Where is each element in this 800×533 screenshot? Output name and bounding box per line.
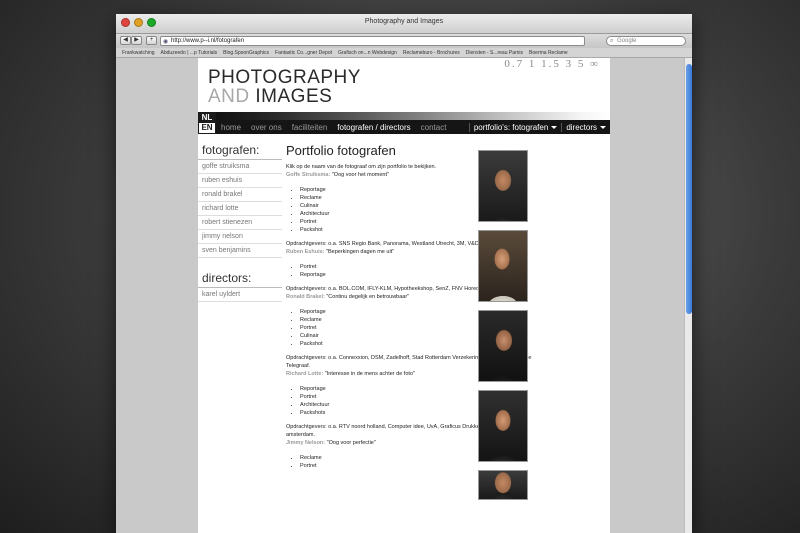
bookmark-item[interactable]: Boerma Reclame (529, 50, 568, 56)
sidebar-item-director[interactable]: karel uyldert (198, 288, 282, 302)
search-icon: ⌕ (610, 38, 614, 44)
photographer-quote: "Oog voor het moment" (330, 172, 389, 178)
browser-toolbar: ◀ ▶ + ◉ http://www.p--i.nl/fotografen ⌕ … (116, 34, 692, 48)
chevron-down-icon (600, 125, 606, 129)
back-button[interactable]: ◀ (120, 36, 131, 45)
page-viewport: PHOTOGRAPHY AND IMAGES 0.7 1 1.5 3 5 ∞ N… (116, 58, 684, 533)
web-page: PHOTOGRAPHY AND IMAGES 0.7 1 1.5 3 5 ∞ N… (198, 58, 610, 533)
search-placeholder: Google (617, 38, 637, 44)
vertical-scrollbar[interactable] (684, 58, 692, 533)
sidebar-item-photographer[interactable]: sven benjamins (198, 244, 282, 258)
photographer-photos (478, 150, 530, 508)
sidebar-item-photographer[interactable]: ronald brakel (198, 188, 282, 202)
sidebar-item-photographer[interactable]: goffe struiksma (198, 160, 282, 174)
lang-nl-button[interactable]: NL (198, 113, 216, 123)
window-title: Photography and Images (364, 18, 444, 25)
nav-faciliteiten[interactable]: faciliteiten (287, 123, 333, 132)
sidebar-item-photographer[interactable]: jimmy nelson (198, 230, 282, 244)
sidebar-item-photographer[interactable]: robert stienezen (198, 216, 282, 230)
photographer-quote: "Beperkingen dagen me uit" (324, 249, 395, 255)
nav-home[interactable]: home (216, 123, 246, 132)
photographer-name-link[interactable]: Goffe Struiksma: (286, 172, 330, 178)
nav-dropdowns: portfolio's: fotografen directors (468, 122, 610, 132)
gradient-strip (216, 112, 610, 120)
sidebar-item-photographer[interactable]: ruben eshuis (198, 174, 282, 188)
photographer-portrait[interactable] (478, 470, 528, 500)
browser-window: Photography and Images ◀ ▶ + ◉ http://ww… (116, 14, 692, 533)
sidebar-heading-fotografen: fotografen: (198, 140, 282, 160)
address-text: http://www.p--i.nl/fotografen (171, 38, 245, 44)
directors-dropdown-label: directors (566, 122, 597, 132)
logo-line-2: AND IMAGES (208, 86, 333, 107)
directors-dropdown[interactable]: directors (561, 122, 610, 132)
nav-over-ons[interactable]: over ons (246, 123, 287, 132)
nav-contact[interactable]: contact (416, 123, 452, 132)
bookmarks-bar: Frankwatching Abduzeedo | ...p Tutorials… (116, 48, 692, 58)
photographer-name-link[interactable]: Ruben Eshuis: (286, 249, 325, 255)
photographer-quote: "Oog voor perfectie" (325, 440, 376, 446)
bookmark-item[interactable]: Grafisch on...n Webdesign (338, 50, 397, 56)
bookmark-item[interactable]: Reclameburo - Brochures (403, 50, 460, 56)
address-bar[interactable]: ◉ http://www.p--i.nl/fotografen (160, 36, 585, 46)
bookmark-item[interactable]: Frankwatching (122, 50, 155, 56)
bookmark-item[interactable]: Fantastic Co...gner Depot (275, 50, 332, 56)
globe-icon: ◉ (163, 39, 169, 45)
add-bookmark-button[interactable]: + (146, 36, 157, 45)
photographer-quote: "Continu degelijk en betrouwbaar" (324, 294, 410, 300)
sidebar-heading-directors: directors: (198, 268, 282, 288)
search-field[interactable]: ⌕ Google (606, 36, 686, 46)
main-nav: home over ons faciliteiten fotografen / … (216, 120, 610, 134)
photographer-portrait[interactable] (478, 230, 528, 302)
site-logo[interactable]: PHOTOGRAPHY AND IMAGES (208, 68, 361, 106)
chevron-down-icon (551, 125, 558, 129)
title-bar: Photography and Images (116, 14, 692, 34)
logo-line-1: PHOTOGRAPHY (208, 67, 361, 88)
sidebar-item-photographer[interactable]: richard lotte (198, 202, 282, 216)
photographer-name-link[interactable]: Richard Lotte: (286, 371, 323, 377)
photographer-name-link[interactable]: Ronald Brakel: (286, 294, 325, 300)
bookmark-item[interactable]: Diensten - S...reau Parnis (466, 50, 523, 56)
language-switch: NL EN (198, 112, 216, 134)
photographer-portrait[interactable] (478, 310, 528, 382)
zoom-numbers: 0.7 1 1.5 3 5 ∞ (504, 58, 600, 70)
scrollbar-thumb[interactable] (686, 64, 692, 314)
forward-button[interactable]: ▶ (131, 36, 142, 45)
portfolio-dropdown-label: portfolio's: fotografen (473, 122, 549, 132)
nav-fotografen-directors[interactable]: fotografen / directors (332, 123, 415, 132)
lang-en-button[interactable]: EN (199, 123, 215, 133)
portfolio-dropdown[interactable]: portfolio's: fotografen (468, 122, 561, 132)
bookmark-item[interactable]: Blog.SpoonGraphics (223, 50, 269, 56)
photographer-portrait[interactable] (478, 390, 528, 462)
bookmark-item[interactable]: Abduzeedo | ...p Tutorials (161, 50, 218, 56)
photographer-portrait[interactable] (478, 150, 528, 222)
sidebar: fotografen: goffe struiksma ruben eshuis… (198, 140, 282, 302)
photographer-name-link[interactable]: Jimmy Nelson: (286, 440, 325, 446)
photographer-quote: "Interesse in de mens achter de foto" (323, 371, 415, 377)
